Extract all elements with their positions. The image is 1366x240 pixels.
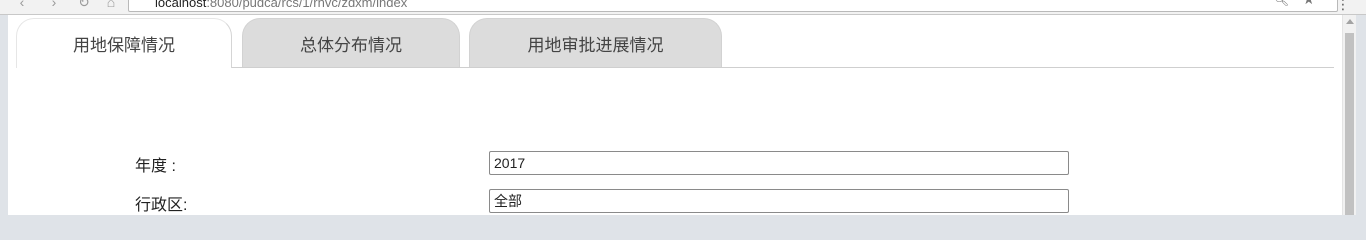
tab-label: 用地保障情况 [73, 36, 175, 55]
back-arrow-icon[interactable]: ‹ [14, 0, 30, 10]
tab-label: 用地审批进展情况 [527, 35, 664, 55]
address-text: localhost:8080/pudca/rcs/1/rnvc/zdxm/ind… [155, 0, 408, 10]
scroll-up-arrow-icon[interactable] [1346, 19, 1354, 24]
tab-label: 总体分布情况 [300, 35, 402, 55]
scrollbar-thumb[interactable] [1345, 33, 1354, 215]
zoom-icon[interactable]: 🔍︎ [1274, 0, 1289, 7]
home-icon[interactable]: ⌂ [103, 0, 119, 10]
year-label: 年度 : [135, 158, 176, 175]
tab-bar: 用地保障情况 总体分布情况 用地审批进展情况 [16, 18, 1334, 68]
tab-approval-progress[interactable]: 用地审批进展情况 [469, 18, 722, 67]
reload-icon[interactable]: ↻ [76, 0, 92, 10]
year-input[interactable] [489, 151, 1069, 175]
menu-kebab-icon[interactable]: ⋮ [1336, 0, 1350, 13]
tab-overall-distribution[interactable]: 总体分布情况 [242, 18, 460, 67]
star-icon[interactable]: ★ [1302, 0, 1315, 8]
browser-toolbar: ‹ › ↻ ⌂ localhost:8080/pudca/rcs/1/rnvc/… [0, 0, 1366, 15]
forward-arrow-icon[interactable]: › [46, 0, 62, 10]
region-label: 行政区: [135, 197, 188, 214]
window-edge [1356, 15, 1366, 215]
region-input[interactable] [489, 189, 1069, 213]
address-bar[interactable]: localhost:8080/pudca/rcs/1/rnvc/zdxm/ind… [128, 0, 1338, 12]
tab-land-guarantee[interactable]: 用地保障情况 [16, 18, 232, 68]
vertical-scrollbar[interactable] [1342, 15, 1357, 215]
